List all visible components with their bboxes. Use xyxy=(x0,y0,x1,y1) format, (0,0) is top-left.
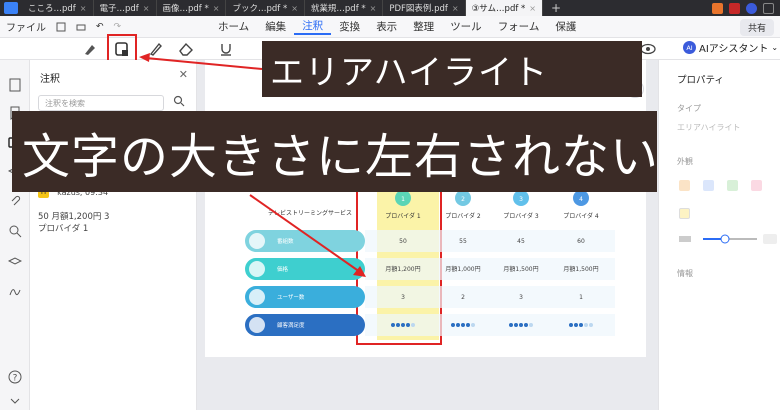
callout-arrow-line xyxy=(249,194,361,273)
app-window: こころ…pdf × 電子…pdf × 画像…pdf * × ブック…pdf * × 就業… xyxy=(0,0,780,410)
callout-arrow-head xyxy=(139,53,150,62)
callout-arrow-line xyxy=(145,57,263,70)
caption-area-highlight: エリアハイライト xyxy=(262,41,642,97)
caption-not-affected-by-text-size: 文字の大きさに左右されない xyxy=(12,111,657,192)
